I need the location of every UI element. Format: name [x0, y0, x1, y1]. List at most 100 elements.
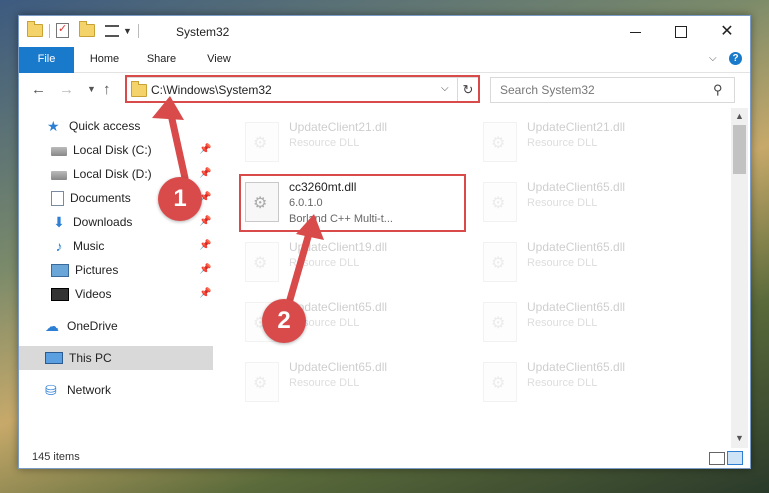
file-type: Resource DLL [527, 257, 598, 269]
search-icon[interactable]: ⚲ [713, 82, 723, 98]
tab-share[interactable]: Share [139, 47, 184, 72]
sidebar-item-label: Network [67, 383, 112, 397]
sidebar-item-music[interactable]: ♪ Music [51, 235, 105, 257]
pin-icon[interactable]: 📌 [199, 288, 211, 299]
search-input[interactable]: Search System32 [500, 83, 595, 97]
toolbar-separator [49, 23, 50, 38]
expand-ribbon-chevron-icon[interactable]: ⌵ [709, 53, 717, 64]
file-name: UpdateClient65.dll [527, 300, 626, 314]
sidebar-item-label: Local Disk (C:) [73, 143, 152, 157]
sidebar-item-onedrive[interactable]: ☁ OneDrive [45, 315, 118, 337]
file-item[interactable]: UpdateClient65.dll Resource DLL [479, 298, 709, 348]
close-icon: ✕ [720, 23, 734, 40]
tab-view[interactable]: View [197, 47, 241, 72]
file-type: Resource DLL [289, 377, 360, 389]
tab-home[interactable]: Home [82, 47, 127, 72]
navigation-pane: ★ Quick access Local Disk (C:) 📌 Local D… [19, 108, 213, 448]
close-button[interactable]: ✕ [704, 16, 750, 47]
vertical-scrollbar[interactable]: ▲ ▼ [731, 108, 748, 448]
ribbon: File Home Share View ⌵ ? [19, 47, 750, 97]
up-arrow-icon[interactable]: ↑ [103, 81, 111, 98]
recent-locations-chevron-icon[interactable]: ▼ [87, 84, 96, 94]
file-name: UpdateClient65.dll [527, 240, 626, 254]
dll-file-icon [483, 122, 517, 162]
pin-icon[interactable]: 📌 [199, 216, 211, 227]
maximize-button[interactable] [658, 16, 704, 47]
file-item[interactable]: UpdateClient65.dll Resource DLL [479, 238, 709, 288]
file-type: Resource DLL [527, 137, 598, 149]
sidebar-item-label: Downloads [73, 215, 133, 229]
sidebar-item-local-disk-d[interactable]: Local Disk (D:) [51, 163, 152, 185]
maximize-icon [675, 26, 687, 39]
properties-icon[interactable] [56, 22, 69, 38]
customize-toolbar-chevron-icon[interactable]: ▼ [123, 26, 132, 36]
new-folder-icon[interactable] [79, 21, 95, 37]
search-box[interactable]: Search System32 ⚲ [490, 77, 735, 103]
pin-icon[interactable]: 📌 [199, 144, 211, 155]
status-bar: 145 items [19, 448, 750, 468]
step-badge-2: 2 [262, 299, 306, 343]
file-item[interactable]: UpdateClient21.dll Resource DLL [241, 118, 471, 168]
file-highlight [239, 174, 466, 232]
quick-access-toolbar: ▼ [27, 21, 141, 38]
file-name: UpdateClient19.dll [289, 240, 388, 254]
sidebar-item-local-disk-c[interactable]: Local Disk (C:) [51, 139, 152, 161]
sidebar-item-label: Quick access [69, 119, 141, 133]
pin-icon[interactable]: 📌 [199, 240, 211, 251]
navigation-bar: ← → ▼ ↑ C:\Windows\System32 ⌵ ↻ Search S… [19, 73, 750, 107]
address-dropdown-chevron-icon[interactable]: ⌵ [441, 83, 449, 94]
file-type: Resource DLL [527, 317, 598, 329]
view-options-icon[interactable] [105, 24, 119, 37]
sidebar-item-label: Music [73, 239, 105, 253]
scrollbar-thumb[interactable] [733, 125, 746, 174]
sidebar-item-documents[interactable]: Documents [51, 187, 131, 209]
back-arrow-icon[interactable]: ← [31, 81, 46, 98]
sidebar-item-network[interactable]: ⛁ Network [45, 379, 111, 401]
videos-icon [51, 287, 69, 301]
documents-icon [51, 190, 64, 206]
sidebar-item-downloads[interactable]: ⬇ Downloads [51, 211, 132, 233]
file-name: UpdateClient21.dll [527, 120, 626, 134]
sidebar-item-label: Pictures [75, 263, 119, 277]
help-icon[interactable]: ? [729, 52, 742, 65]
minimize-button[interactable] [612, 16, 658, 47]
minimize-icon [629, 31, 641, 33]
dll-file-icon [483, 302, 517, 342]
sidebar-item-pictures[interactable]: Pictures [51, 259, 118, 281]
step-badge-1: 1 [158, 177, 202, 221]
file-item[interactable]: UpdateClient65.dll Resource DLL [479, 358, 709, 408]
dll-file-icon [483, 362, 517, 402]
sidebar-item-label: Documents [70, 191, 131, 205]
folder-icon [27, 21, 43, 37]
address-bar[interactable]: C:\Windows\System32 ⌵ ↻ [125, 77, 480, 103]
file-item[interactable]: UpdateClient19.dll Resource DLL [241, 238, 471, 288]
sidebar-item-this-pc[interactable]: This PC [45, 347, 112, 369]
folder-icon [131, 81, 147, 97]
pin-icon[interactable]: 📌 [199, 168, 211, 179]
scroll-up-icon[interactable]: ▲ [735, 111, 744, 121]
file-item[interactable]: UpdateClient21.dll Resource DLL [479, 118, 709, 168]
file-type: Resource DLL [289, 257, 360, 269]
pictures-icon [51, 263, 69, 277]
file-item[interactable]: UpdateClient65.dll Resource DLL [241, 358, 471, 408]
pin-icon[interactable]: 📌 [199, 264, 211, 275]
address-text[interactable]: C:\Windows\System32 [151, 83, 272, 97]
sidebar-item-label: Videos [75, 287, 112, 301]
sidebar-item-label: This PC [69, 351, 112, 365]
disk-icon [51, 147, 67, 156]
file-type: Resource DLL [289, 137, 360, 149]
forward-arrow-icon[interactable]: → [59, 81, 74, 98]
details-view-icon[interactable] [709, 452, 725, 465]
file-item[interactable]: UpdateClient65.dll Resource DLL [479, 178, 709, 228]
window-title: System32 [176, 25, 230, 39]
file-list: UpdateClient21.dll Resource DLL UpdateCl… [213, 108, 731, 448]
tiles-view-icon[interactable] [727, 451, 743, 465]
sidebar-item-quick-access[interactable]: ★ Quick access [47, 115, 140, 137]
item-count: 145 items [32, 451, 80, 463]
file-name: UpdateClient65.dll [527, 360, 626, 374]
sidebar-item-videos[interactable]: Videos [51, 283, 111, 305]
file-name: UpdateClient65.dll [527, 180, 626, 194]
refresh-icon[interactable]: ↻ [457, 78, 478, 102]
music-icon: ♪ [55, 238, 63, 254]
scroll-down-icon[interactable]: ▼ [735, 433, 744, 443]
